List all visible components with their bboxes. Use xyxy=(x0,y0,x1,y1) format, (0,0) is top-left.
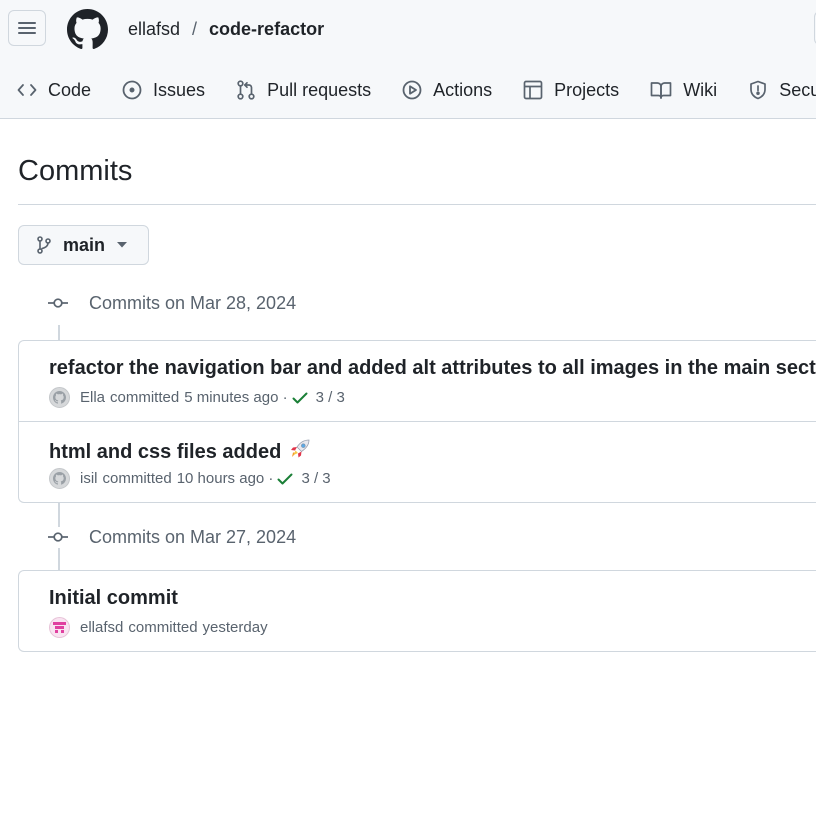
title-divider xyxy=(18,204,816,205)
tab-actions[interactable]: Actions xyxy=(402,80,492,101)
tab-actions-label: Actions xyxy=(433,79,493,100)
commit-title-link[interactable]: refactor the navigation bar and added al… xyxy=(49,357,816,380)
git-commit-icon xyxy=(48,532,68,542)
tab-pull-requests-label: Pull requests xyxy=(267,79,372,100)
commit-time: yesterday xyxy=(202,619,268,636)
issue-icon xyxy=(122,80,142,100)
timeline-line xyxy=(58,548,60,571)
commit-time: 5 minutes ago xyxy=(184,389,279,406)
commit-group-header: Commits on Mar 28, 2024 xyxy=(48,292,296,314)
tab-issues[interactable]: Issues xyxy=(122,80,205,101)
git-commit-icon xyxy=(48,298,68,308)
tab-issues-label: Issues xyxy=(153,79,206,100)
commit-title-link[interactable]: html and css files added xyxy=(49,438,311,466)
tab-code-label: Code xyxy=(48,79,92,100)
breadcrumb-separator: / xyxy=(192,19,198,39)
identicon-icon xyxy=(53,622,66,633)
commit-meta: isil committed 10 hours ago · 3 / 3 xyxy=(49,468,331,489)
commit-meta: ellafsd committed yesterday xyxy=(49,617,268,638)
commit-row: html and css files added isil committed xyxy=(19,421,816,502)
repo-header: ellafsd / code-refactor Code Issues Pull… xyxy=(0,0,816,119)
branch-name: main xyxy=(63,234,106,255)
tab-wiki[interactable]: Wiki xyxy=(650,80,717,101)
git-branch-icon xyxy=(37,236,51,254)
tab-wiki-label: Wiki xyxy=(683,79,718,100)
commit-action: committed xyxy=(128,619,198,636)
breadcrumb-repo-link[interactable]: code-refactor xyxy=(209,19,324,40)
repo-nav-tabs: Code Issues Pull requests Actions Projec… xyxy=(17,72,816,108)
breadcrumb-owner-link[interactable]: ellafsd xyxy=(128,19,180,40)
commit-time: 10 hours ago xyxy=(176,470,265,487)
check-icon[interactable] xyxy=(277,472,293,486)
check-count[interactable]: 3 / 3 xyxy=(316,389,345,406)
commit-author-link[interactable]: ellafsd xyxy=(80,619,123,636)
shield-icon xyxy=(750,80,767,100)
code-icon xyxy=(17,84,37,96)
book-icon xyxy=(650,82,672,99)
caret-down-icon xyxy=(117,242,128,248)
commit-list: Initial commit ellafsd committed yesterd… xyxy=(18,570,816,652)
table-icon xyxy=(523,80,543,100)
tab-security[interactable]: Security xyxy=(748,80,816,101)
tab-pull-requests[interactable]: Pull requests xyxy=(236,80,371,101)
pull-request-icon xyxy=(237,80,255,100)
check-icon[interactable] xyxy=(292,391,308,405)
github-avatar-icon xyxy=(53,472,66,485)
github-logo-icon[interactable] xyxy=(67,9,108,50)
commit-author-link[interactable]: isil xyxy=(80,470,98,487)
commit-row: refactor the navigation bar and added al… xyxy=(19,341,816,421)
commit-title-text: html and css files added xyxy=(49,441,282,463)
branch-selector-button[interactable]: main xyxy=(18,225,149,265)
check-count[interactable]: 3 / 3 xyxy=(301,470,330,487)
avatar[interactable] xyxy=(49,468,70,489)
tab-projects[interactable]: Projects xyxy=(523,80,619,101)
rocket-icon xyxy=(289,438,311,466)
play-icon xyxy=(402,80,422,100)
timeline-line xyxy=(58,325,60,341)
avatar[interactable] xyxy=(49,617,70,638)
commit-list: refactor the navigation bar and added al… xyxy=(18,340,816,503)
commit-title-link[interactable]: Initial commit xyxy=(49,587,178,610)
commit-action: committed xyxy=(110,389,180,406)
tab-code[interactable]: Code xyxy=(17,80,91,101)
commit-meta: Ella committed 5 minutes ago · 3 / 3 xyxy=(49,387,345,408)
tab-projects-label: Projects xyxy=(554,79,620,100)
commit-group-date: Commits on Mar 28, 2024 xyxy=(89,292,297,313)
meta-dot: · xyxy=(278,389,288,406)
github-avatar-icon xyxy=(53,391,66,404)
commit-group-date: Commits on Mar 27, 2024 xyxy=(89,526,297,547)
commit-action: committed xyxy=(102,470,172,487)
breadcrumb: ellafsd / code-refactor xyxy=(128,19,324,40)
commit-row: Initial commit ellafsd committed yesterd… xyxy=(19,571,816,651)
commit-group-header: Commits on Mar 27, 2024 xyxy=(48,526,296,548)
hamburger-menu-button[interactable] xyxy=(8,10,46,46)
timeline-line xyxy=(58,503,60,527)
commit-author-link[interactable]: Ella xyxy=(80,389,105,406)
avatar[interactable] xyxy=(49,387,70,408)
page-title: Commits xyxy=(18,155,133,187)
hamburger-icon xyxy=(18,22,36,34)
meta-dot: · xyxy=(264,470,274,487)
tab-security-label: Security xyxy=(779,79,816,100)
